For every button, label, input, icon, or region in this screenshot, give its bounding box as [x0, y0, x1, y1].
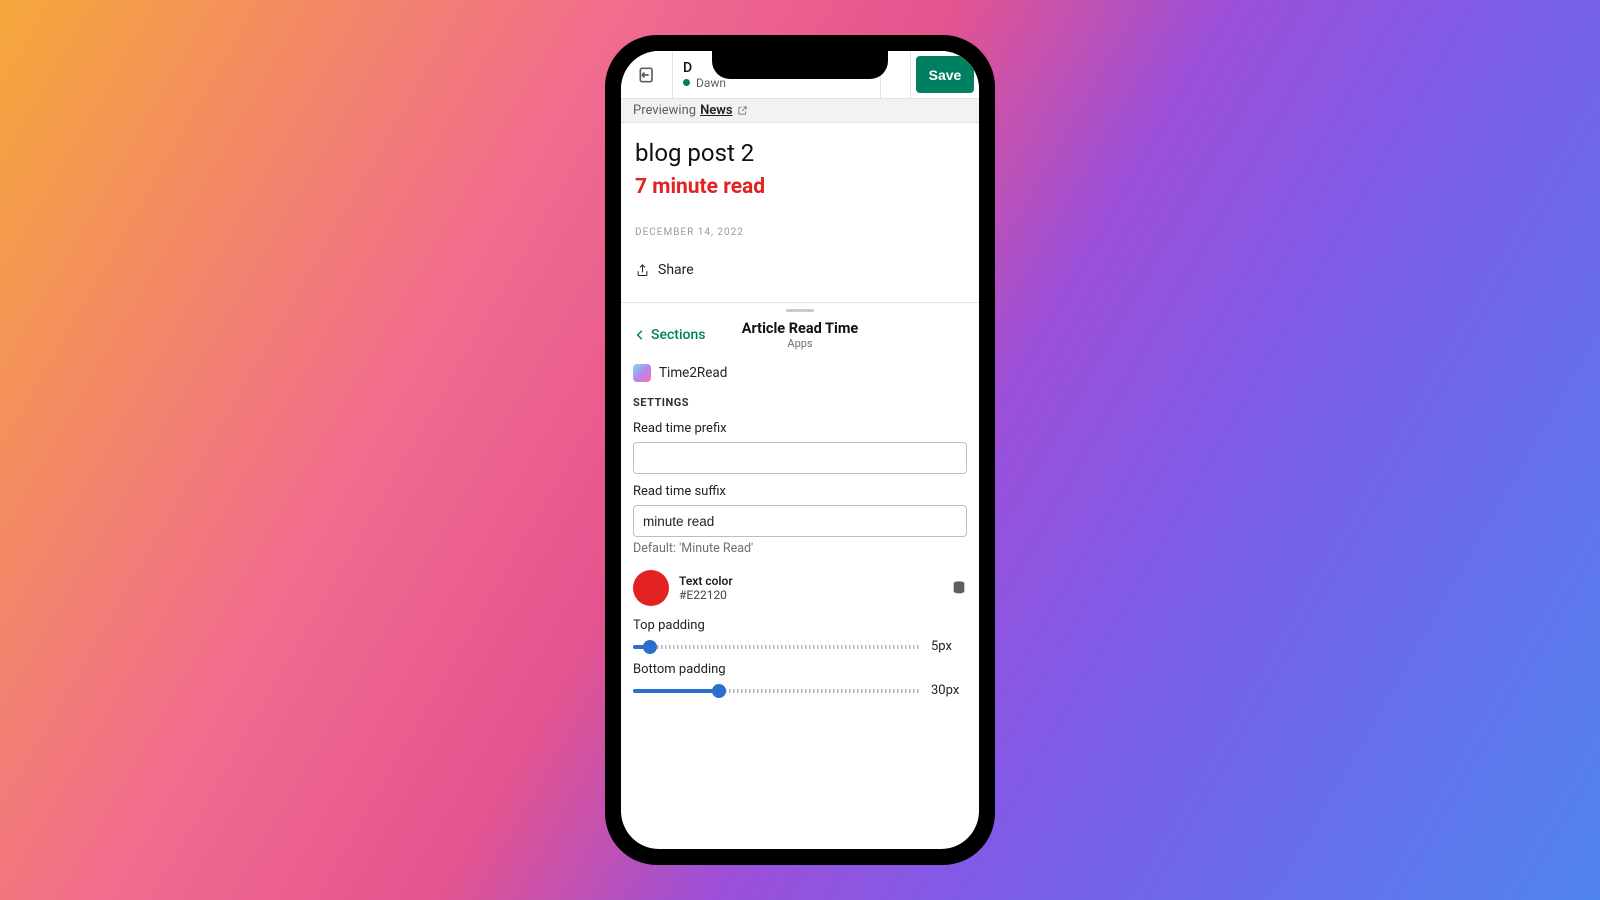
field-top-padding: Top padding 5px [621, 612, 979, 656]
article-preview: blog post 2 7 minute read DECEMBER 14, 2… [621, 123, 979, 302]
app-row[interactable]: Time2Read [621, 356, 979, 390]
back-to-sections-button[interactable]: Sections [633, 327, 705, 343]
color-swatch [633, 570, 669, 606]
article-title: blog post 2 [635, 139, 965, 167]
save-button[interactable]: Save [916, 56, 974, 93]
preview-page-link[interactable]: News [700, 103, 732, 118]
text-color-hex: #E22120 [679, 588, 941, 602]
settings-panel: Sections Article Read Time Apps Time2Rea… [621, 302, 979, 700]
slider-thumb[interactable] [712, 684, 726, 698]
suffix-input[interactable] [633, 505, 967, 537]
exit-editor-button[interactable] [621, 51, 673, 98]
back-label: Sections [651, 327, 705, 343]
chevron-left-icon [633, 328, 647, 342]
phone-frame: D Dawn Save Previewing News [605, 35, 995, 865]
slider-thumb[interactable] [643, 640, 657, 654]
suffix-label: Read time suffix [633, 484, 967, 499]
panel-title: Article Read Time [742, 320, 858, 337]
read-time-text: 7 minute read [635, 175, 965, 199]
share-label: Share [658, 262, 694, 278]
preview-strip: Previewing News [621, 99, 979, 123]
prefix-label: Read time prefix [633, 421, 967, 436]
text-color-row[interactable]: Text color #E22120 [621, 560, 979, 612]
bottom-padding-value: 30px [931, 683, 967, 698]
gradient-background: D Dawn Save Previewing News [0, 0, 1600, 900]
phone-screen: D Dawn Save Previewing News [621, 51, 979, 849]
field-read-time-prefix: Read time prefix [621, 415, 979, 478]
article-date: DECEMBER 14, 2022 [635, 227, 965, 238]
top-padding-slider[interactable] [633, 645, 921, 649]
top-padding-label: Top padding [633, 618, 967, 633]
text-color-label: Text color [679, 574, 941, 588]
app-icon [633, 364, 651, 382]
field-bottom-padding: Bottom padding 30px [621, 656, 979, 700]
external-link-icon [737, 105, 748, 116]
app-name: Time2Read [659, 365, 727, 381]
prefix-input[interactable] [633, 442, 967, 474]
phone-notch [712, 51, 888, 79]
previewing-label: Previewing [633, 103, 696, 118]
share-button[interactable]: Share [635, 262, 965, 292]
exit-icon [637, 65, 657, 85]
top-padding-value: 5px [931, 639, 967, 654]
panel-subtitle: Apps [742, 337, 858, 350]
bottom-padding-label: Bottom padding [633, 662, 967, 677]
bottom-padding-slider[interactable] [633, 689, 921, 693]
field-read-time-suffix: Read time suffix Default: 'Minute Read' [621, 478, 979, 560]
database-icon [951, 580, 967, 596]
share-icon [635, 263, 650, 278]
status-dot-icon [683, 79, 690, 86]
suffix-helper: Default: 'Minute Read' [633, 541, 967, 556]
theme-name: Dawn [696, 76, 726, 90]
settings-heading: SETTINGS [621, 390, 979, 415]
panel-header: Sections Article Read Time Apps [621, 312, 979, 356]
